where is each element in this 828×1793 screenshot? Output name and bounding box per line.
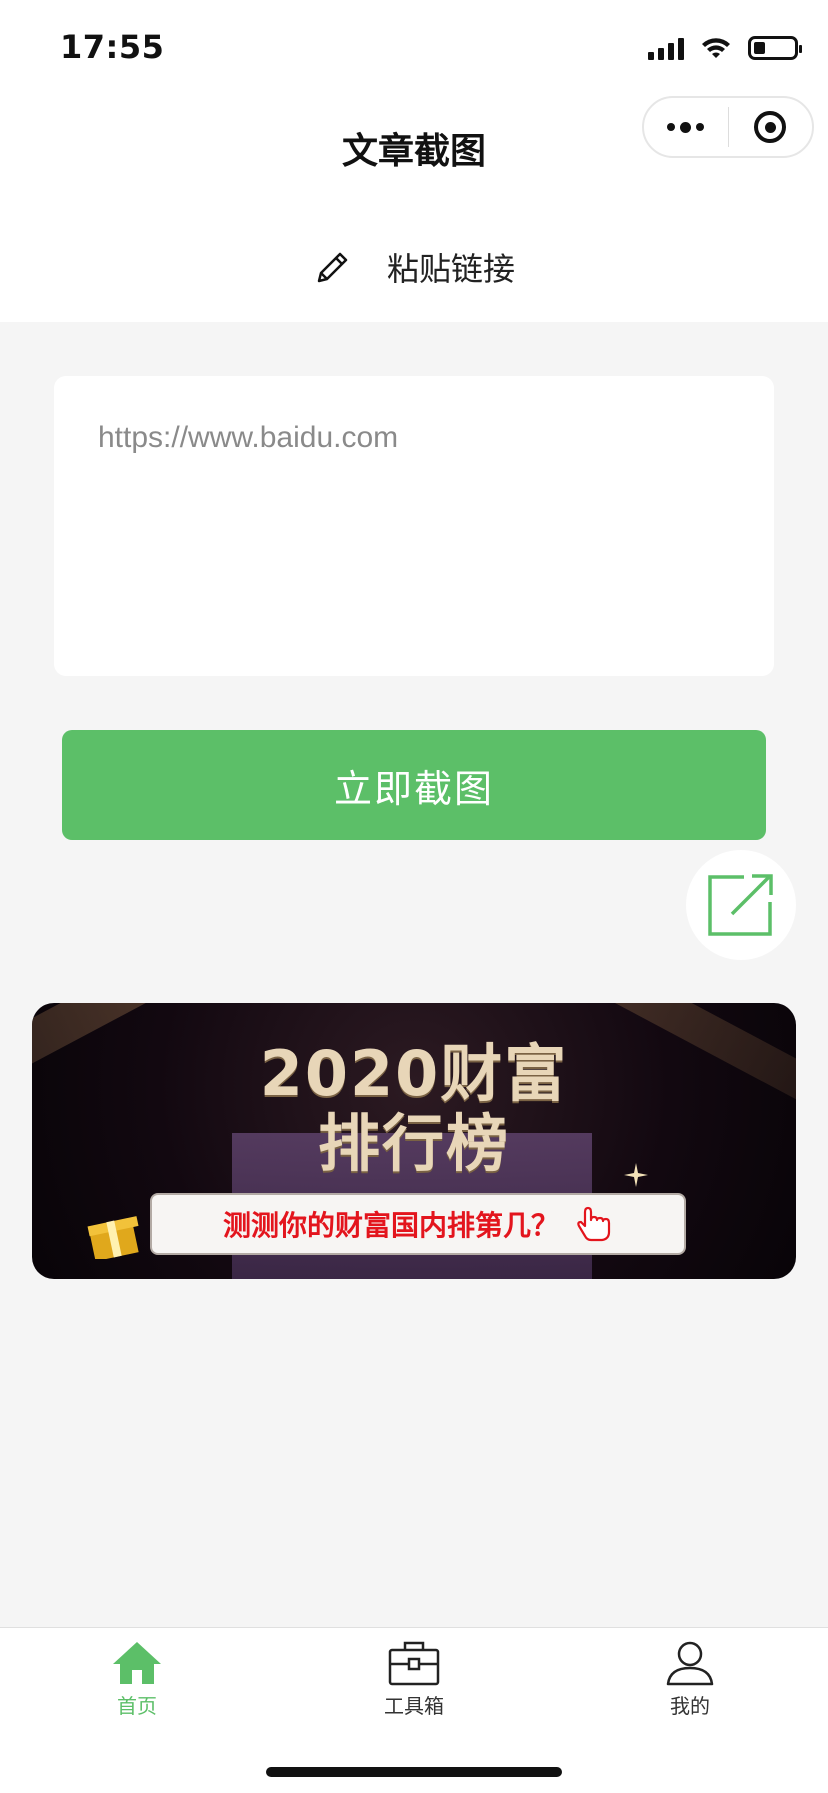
status-bar: 17:55 — [0, 0, 828, 96]
more-dots-icon — [667, 121, 705, 133]
share-button[interactable] — [686, 850, 796, 960]
nav-header: 文章截图 — [0, 96, 828, 200]
home-indicator — [266, 1767, 562, 1777]
tab-mine[interactable]: 我的 — [610, 1640, 770, 1719]
user-icon — [666, 1641, 714, 1686]
toolbox-icon — [388, 1641, 440, 1686]
tab-toolbox[interactable]: 工具箱 — [334, 1640, 494, 1719]
paste-link-button[interactable]: 粘贴链接 — [0, 244, 828, 290]
battery-icon — [748, 36, 802, 60]
paste-link-label: 粘贴链接 — [386, 250, 515, 288]
status-icons — [648, 34, 802, 62]
pencil-icon — [317, 252, 348, 283]
pointing-hand-icon — [577, 1206, 611, 1242]
tab-home-label: 首页 — [117, 1694, 157, 1718]
banner-title: 2020财富 排行榜 — [32, 1039, 796, 1179]
target-icon — [754, 111, 787, 143]
wifi-icon — [702, 38, 730, 58]
sparkle-icon — [624, 1163, 648, 1187]
home-icon — [113, 1642, 161, 1684]
tab-home[interactable]: 首页 — [57, 1640, 217, 1719]
banner-cta-text: 测测你的财富国内排第几？ — [222, 1209, 559, 1242]
gift-icon — [87, 1216, 139, 1259]
battery-level — [754, 42, 765, 54]
cellular-signal-icon — [648, 36, 684, 60]
capture-now-button[interactable]: 立即截图 — [62, 730, 766, 840]
banner-title-line2: 排行榜 — [317, 1107, 510, 1180]
banner-title-line1: 2020财富 — [259, 1037, 569, 1110]
status-time: 17:55 — [60, 28, 165, 66]
share-external-icon — [708, 874, 773, 936]
capsule-close-button[interactable] — [729, 98, 813, 156]
wealth-ranking-banner[interactable]: 2020财富 排行榜 测测你的财富国内排第几？ — [32, 1003, 796, 1279]
capsule-menu-button[interactable] — [644, 98, 728, 156]
paste-link-section: 粘贴链接 — [0, 200, 828, 322]
tab-toolbox-label: 工具箱 — [384, 1694, 444, 1718]
tab-mine-label: 我的 — [670, 1694, 710, 1718]
banner-cta: 测测你的财富国内排第几？ — [150, 1193, 686, 1255]
url-input-card — [54, 376, 774, 676]
mini-program-capsule — [642, 96, 814, 158]
url-input[interactable] — [96, 420, 736, 456]
